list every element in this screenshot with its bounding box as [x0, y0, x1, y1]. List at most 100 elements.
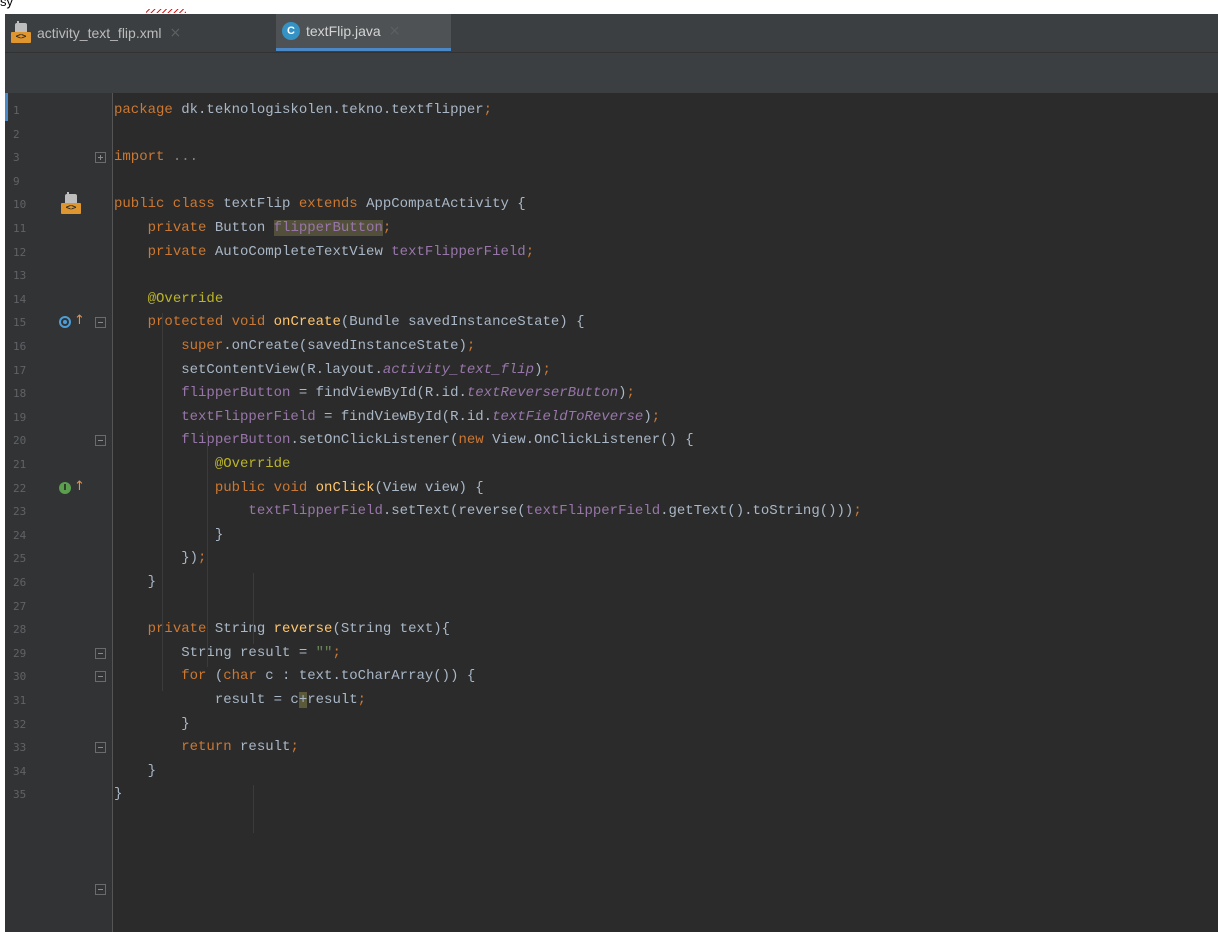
xml-layout-icon: <> [11, 20, 31, 43]
code-line[interactable]: 19 textFlipperField = findViewById(R.id.… [5, 406, 1218, 429]
code-line[interactable]: 31 result = c+result; [5, 689, 1218, 712]
code-text: super.onCreate(savedInstanceState); [181, 338, 476, 354]
line-number: 30 [13, 670, 27, 684]
close-icon[interactable]: × [389, 23, 401, 39]
line-number: 24 [13, 528, 27, 542]
code-line[interactable]: 32 } [5, 713, 1218, 736]
code-text: package dk.teknologiskolen.tekno.textfli… [114, 102, 493, 118]
code-text: public class textFlip extends AppCompatA… [114, 196, 526, 213]
code-line[interactable]: 3 import ... [5, 146, 1218, 169]
code-text: protected void onCreate(Bundle savedInst… [147, 314, 585, 331]
spellcheck-underline [146, 9, 186, 13]
line-number: 35 [13, 788, 27, 802]
code-text: @Override [214, 456, 291, 472]
code-text: return result; [181, 739, 299, 756]
code-text: } [114, 574, 157, 590]
implements-method-icon[interactable]: I ↑ [59, 480, 85, 494]
code-text: result = c+result; [114, 692, 367, 708]
code-line[interactable]: 15 protected void onCreate(Bundle savedI… [5, 311, 1218, 334]
code-text: textFlipperField = findViewById(R.id.tex… [181, 408, 661, 425]
line-number: 20 [13, 434, 27, 448]
line-number: 14 [13, 292, 27, 306]
line-number: 31 [13, 694, 27, 707]
collapse-fold-icon[interactable] [95, 647, 106, 659]
code-line[interactable]: 26 } [5, 571, 1218, 594]
collapse-fold-icon[interactable] [95, 435, 106, 447]
code-line[interactable]: 16 super.onCreate(savedInstanceState); [5, 335, 1218, 358]
code-line[interactable]: 33 return result; [5, 736, 1218, 759]
code-line[interactable]: 20 flipperButton.setOnClickListener(new … [5, 429, 1218, 452]
arrow-up-icon: ↑ [74, 478, 85, 494]
line-number: 18 [13, 387, 27, 401]
code-text: @Override [147, 290, 224, 307]
overrides-method-icon[interactable]: ↑ [59, 314, 85, 329]
code-text: public void onClick(View view) { [214, 479, 484, 496]
line-number: 34 [13, 764, 27, 778]
line-number: 2 [13, 127, 20, 141]
line-number: 22 [13, 481, 27, 495]
editor-tab-bar: <> activity_text_flip.xml × C textFlip.j… [5, 14, 1218, 53]
line-number: 3 [13, 151, 20, 165]
code-line[interactable]: 23 textFlipperField.setText(reverse(text… [5, 500, 1218, 523]
line-number: 11 [13, 222, 27, 235]
line-number: 33 [13, 741, 27, 755]
line-number: 15 [13, 316, 27, 330]
line-number: 27 [13, 599, 27, 613]
line-number: 23 [13, 505, 27, 519]
code-text: flipperButton.setOnClickListener(new Vie… [181, 432, 694, 449]
code-line[interactable]: 24 } [5, 524, 1218, 547]
code-line[interactable]: 11 private Button flipperButton; [5, 217, 1218, 240]
collapse-fold-icon[interactable] [95, 317, 106, 329]
code-line[interactable]: 30 for (char c : text.toCharArray()) { [5, 665, 1218, 688]
code-line[interactable]: 18 flipperButton = findViewById(R.id.tex… [5, 382, 1218, 405]
code-text: }); [114, 550, 207, 567]
code-line[interactable]: 2 [5, 123, 1218, 146]
code-line[interactable]: 28 private String reverse(String text){ [5, 618, 1218, 641]
document-fragment-text: sy [0, 0, 13, 9]
code-text: } [114, 762, 157, 779]
collapse-fold-icon[interactable] [95, 742, 106, 754]
code-line[interactable]: 34 } [5, 760, 1218, 783]
line-number: 29 [13, 646, 27, 660]
code-text: private String reverse(String text){ [147, 621, 451, 638]
document-fragment: sy [0, 0, 200, 14]
code-line[interactable]: 35} [5, 783, 1218, 806]
related-layout-icon[interactable]: <> [61, 192, 81, 215]
line-number: 9 [13, 174, 20, 188]
line-number: 17 [13, 363, 27, 377]
tab-label: activity_text_flip.xml [37, 24, 162, 41]
code-text: flipperButton = findViewById(R.id.textRe… [181, 385, 635, 402]
code-line[interactable]: 22 public void onClick(View view) { [5, 477, 1218, 500]
collapse-fold-icon[interactable] [95, 883, 106, 895]
line-number: 25 [13, 552, 27, 566]
code-line[interactable]: 10 public class textFlip extends AppCompa… [5, 193, 1218, 216]
code-line[interactable]: 13 [5, 264, 1218, 287]
code-editor[interactable]: 1 package dk.teknologiskolen.tekno.textfl… [5, 93, 1218, 932]
code-line[interactable]: 12 private AutoCompleteTextView textFlip… [5, 241, 1218, 264]
line-number: 32 [13, 717, 27, 731]
code-line[interactable]: 25 }); [5, 547, 1218, 570]
code-line[interactable]: 9 [5, 170, 1218, 193]
code-text: private Button flipperButton; [147, 220, 392, 236]
line-number: 1 [13, 104, 20, 117]
close-icon[interactable]: × [169, 25, 181, 41]
code-line[interactable]: 21 @Override [5, 453, 1218, 476]
code-line[interactable]: 17 setContentView(R.layout.activity_text… [5, 359, 1218, 382]
code-line[interactable]: 1 package dk.teknologiskolen.tekno.textfl… [5, 99, 1218, 122]
line-number: 13 [13, 269, 27, 283]
line-number: 16 [13, 340, 27, 353]
line-number: 12 [13, 245, 27, 259]
editor-breadcrumb-strip [5, 53, 1218, 93]
line-number: 26 [13, 576, 27, 589]
code-text: for (char c : text.toCharArray()) { [181, 668, 476, 685]
collapse-fold-icon[interactable] [95, 671, 106, 683]
code-line[interactable]: 27 [5, 595, 1218, 618]
code-text: setContentView(R.layout.activity_text_fl… [114, 361, 551, 378]
tab-textflip-java[interactable]: C textFlip.java × [276, 14, 451, 51]
expand-fold-icon[interactable] [95, 152, 106, 164]
code-line[interactable]: 14 @Override [5, 288, 1218, 311]
code-line[interactable]: 29 String result = ""; [5, 642, 1218, 665]
tab-activity-text-flip-xml[interactable]: <> activity_text_flip.xml × [5, 14, 274, 51]
tab-label: textFlip.java [306, 23, 381, 39]
code-text: import ... [114, 149, 199, 166]
